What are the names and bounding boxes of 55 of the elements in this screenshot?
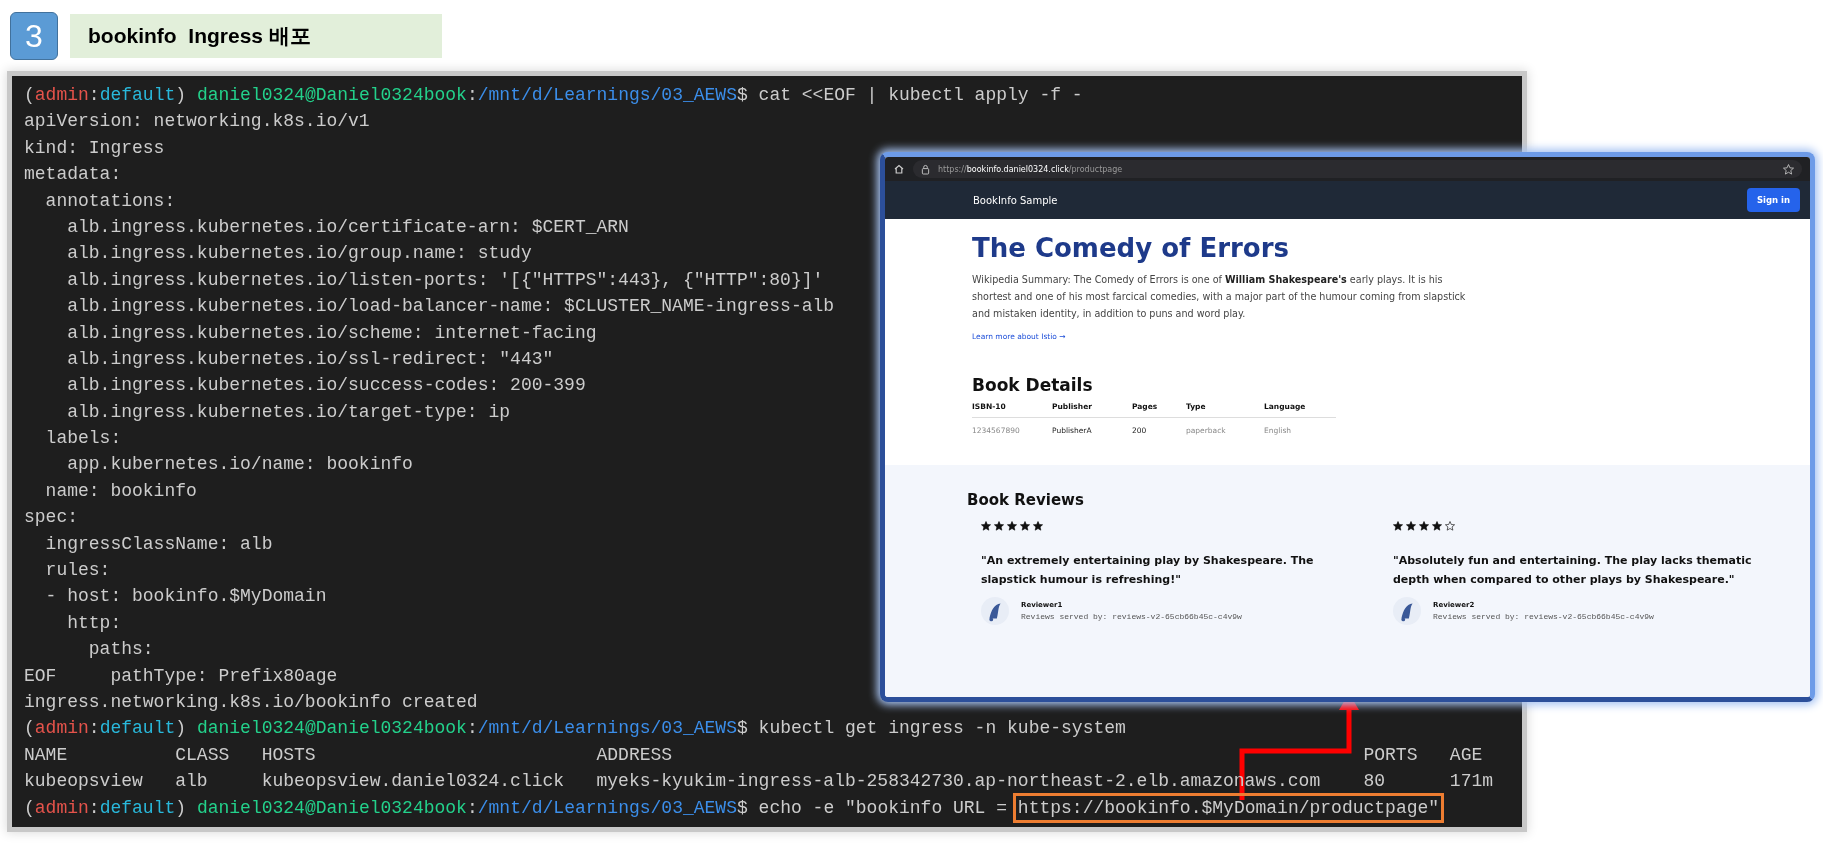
filled-star-icon — [1020, 521, 1030, 531]
terminal-line: ingressClassName: alb — [44, 532, 273, 556]
filled-star-icon — [994, 521, 1004, 531]
terminal-line: alb.ingress.kubernetes.io/ssl-redirect: "443" — [66, 347, 554, 371]
terminal-line: alb.ingress.kubernetes.io/certificate-arn: $CERT_ARN — [66, 215, 629, 239]
filled-star-icon — [981, 521, 991, 531]
terminal-line: kind: Ingress — [24, 136, 165, 160]
terminal-line: spec: — [24, 506, 78, 530]
star-icon[interactable] — [1783, 163, 1794, 175]
avatar-icon — [1393, 597, 1421, 625]
filled-star-icon — [1406, 521, 1416, 531]
filled-star-icon — [1007, 521, 1017, 531]
sign-in-button[interactable]: Sign in — [1746, 188, 1800, 212]
terminal-line: apiVersion: networking.k8s.io/v1 — [24, 110, 370, 134]
filled-star-icon — [1393, 521, 1403, 531]
address-field[interactable]: https://bookinfo.daniel0324.click/productpage — [913, 160, 1802, 178]
terminal-line: alb.ingress.kubernetes.io/scheme: internet-facing — [66, 321, 597, 345]
terminal-line: alb.ingress.kubernetes.io/group.name: study — [66, 242, 532, 266]
step-number: 3 — [10, 12, 58, 60]
terminal-line: rules: — [44, 559, 111, 583]
terminal-line: annotations: — [44, 189, 176, 213]
served-by-text: Reviews served by: reviews-v2-65cb66b45c-c4v9w — [1021, 612, 1242, 621]
filled-star-icon — [1033, 521, 1043, 531]
terminal-line: alb.ingress.kubernetes.io/listen-ports: '[{"HTTPS":443}, {"HTTP":80}]' — [66, 268, 824, 292]
terminal-prompt-line: (admin:default) daniel0324@Daniel0324book:/mnt/d/Learnings/03_AEWS$ cat <<EOF | kubectl apply -f - — [24, 84, 1083, 107]
terminal-line: labels: — [44, 427, 122, 451]
terminal-line: EOF pathType: Prefix80age — [24, 664, 338, 688]
reviews-heading: Book Reviews — [967, 490, 1085, 509]
terminal-line: name: bookinfo — [44, 479, 197, 503]
terminal-line: metadata: — [24, 163, 122, 187]
terminal-prompt-line: (admin:default) daniel0324@Daniel0324book:/mnt/d/Learnings/03_AEWS$ kubectl get ingress -n kube-system — [24, 717, 1126, 741]
book-title: The Comedy of Errors — [972, 233, 1290, 263]
terminal-line: alb.ingress.kubernetes.io/load-balancer-name: $CLUSTER_NAME-ingress-alb — [66, 295, 835, 319]
empty-star-icon — [1445, 521, 1455, 531]
avatar-icon — [981, 597, 1009, 625]
terminal-line: paths: — [87, 638, 154, 662]
url-text: https://bookinfo.daniel0324.click/productpage — [938, 164, 1124, 174]
terminal-line: alb.ingress.kubernetes.io/success-codes: 200-399 — [66, 374, 586, 398]
terminal-line: ingress.networking.k8s.io/bookinfo created — [24, 691, 478, 714]
section-title: bookinfo Ingress 배포 — [70, 14, 442, 58]
terminal-line: app.kubernetes.io/name: bookinfo — [66, 453, 413, 477]
filled-star-icon — [1432, 521, 1442, 531]
served-by-text: Reviews served by: reviews-v2-65cb66b45c-c4v9w — [1433, 612, 1654, 621]
terminal-line: alb.ingress.kubernetes.io/target-type: ip — [66, 400, 511, 424]
home-icon[interactable] — [893, 163, 905, 175]
terminal-line: - host: bookinfo.$MyDomain — [44, 585, 327, 609]
details-heading: Book Details — [972, 375, 1094, 395]
filled-star-icon — [1419, 521, 1429, 531]
site-brand[interactable]: BookInfo Sample — [973, 194, 1058, 206]
terminal-line: http: — [66, 611, 122, 635]
lock-icon — [921, 163, 930, 175]
book-summary: Wikipedia Summary: The Comedy of Errors is one of William Shakespeare's early plays. It is his shortest and one of his most farcical comedies, with a major part of the humour coming from slapstick and mistaken identity, in addition to puns and word play. — [972, 273, 1467, 321]
review-text: "An extremely entertaining play by Shakespeare. The slapstick humour is refreshing!" — [981, 553, 1315, 588]
review-text: "Absolutely fun and entertaining. The play lacks thematic depth when compared to other plays by Shakespeare." — [1393, 553, 1753, 588]
terminal-line: NAME CLASS HOSTS ADDRESS PORTS AGE — [24, 743, 1483, 767]
